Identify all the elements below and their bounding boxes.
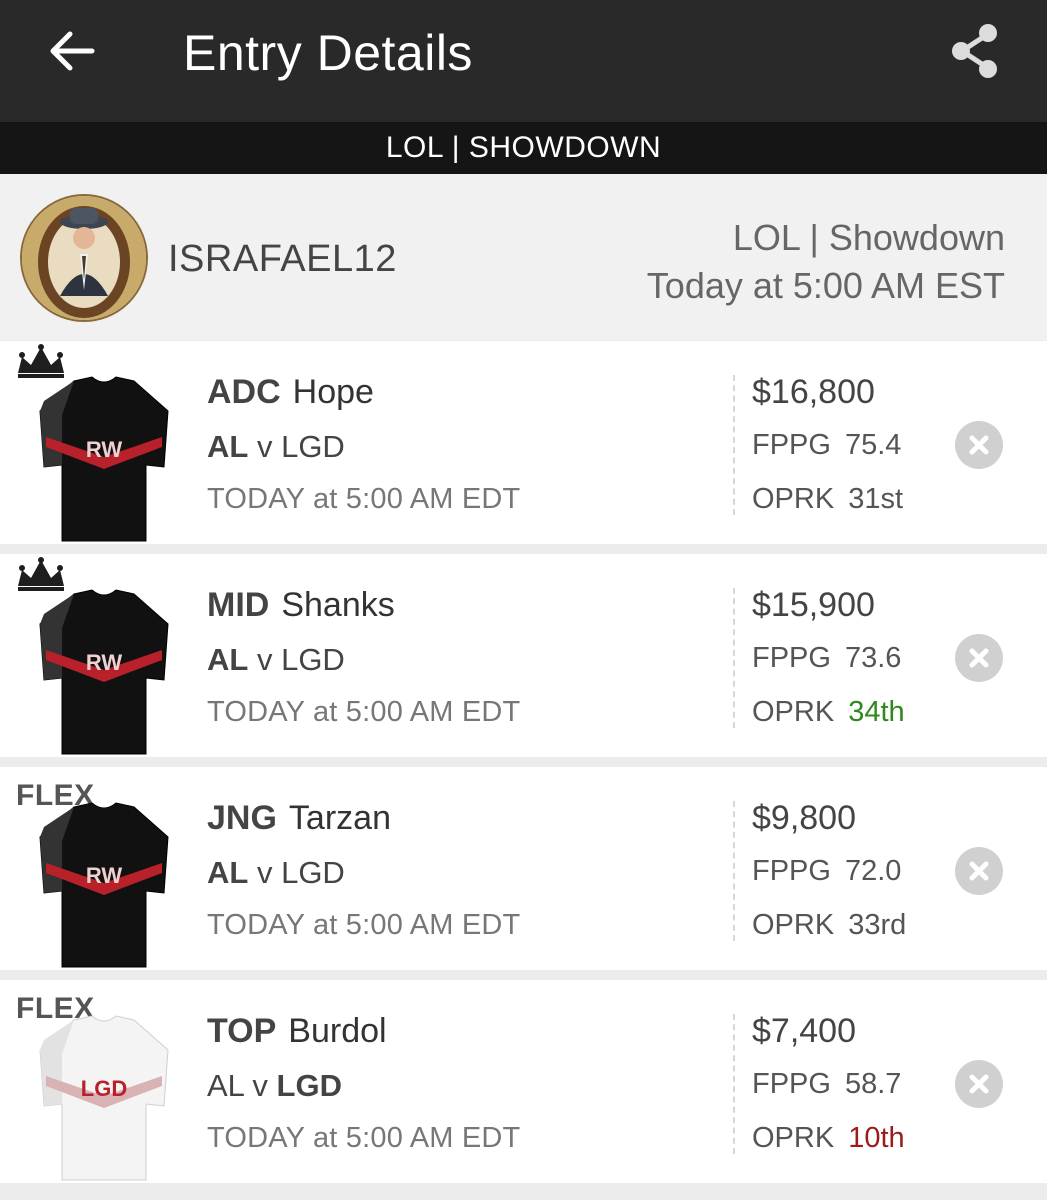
- share-button[interactable]: [948, 22, 1002, 80]
- fppg-value: 73.6: [844, 642, 902, 674]
- fppg: FPPG 72.0: [752, 855, 901, 888]
- fppg: FPPG 58.7: [752, 1068, 901, 1101]
- position-label: JNG: [207, 799, 277, 837]
- position-label: TOP: [207, 1012, 277, 1050]
- fppg: FPPG 73.6: [752, 642, 901, 675]
- player-card[interactable]: RW MID Shanks AL v LGD TODAY at 5:00 AM E…: [0, 554, 1047, 757]
- contest-name: LOL | Showdown: [732, 217, 1005, 258]
- matchup: AL v LGD: [207, 1068, 342, 1104]
- app-bar: Entry Details: [0, 0, 1047, 122]
- player-name[interactable]: Hope: [293, 373, 374, 411]
- username: ISRAFAEL12: [168, 238, 397, 280]
- player-card[interactable]: FLEX LGD TOP Burdol AL v LGD TODAY at 5:0…: [0, 980, 1047, 1183]
- player-name[interactable]: Shanks: [281, 586, 394, 624]
- oprk-label: OPRK: [752, 483, 835, 515]
- fppg-value: 75.4: [844, 429, 902, 461]
- oprk-value: 33rd: [848, 909, 907, 941]
- matchup-separator: v: [252, 1068, 268, 1103]
- divider: [733, 801, 735, 941]
- close-icon[interactable]: [955, 1060, 1003, 1108]
- jersey-icon: RW: [39, 376, 169, 542]
- oprk: OPRK 31st: [752, 483, 903, 516]
- svg-text:RW: RW: [86, 863, 122, 888]
- game-time: TODAY at 5:00 AM EDT: [207, 483, 521, 515]
- back-button[interactable]: [44, 26, 100, 76]
- oprk-label: OPRK: [752, 696, 835, 728]
- remove-player-button[interactable]: [955, 634, 1003, 682]
- close-icon[interactable]: [955, 847, 1003, 895]
- team-away: LGD: [281, 642, 345, 677]
- divider: [733, 1014, 735, 1154]
- jersey-icon: RW: [39, 589, 169, 755]
- fppg-value: 72.0: [844, 855, 902, 887]
- position-label: ADC: [207, 373, 281, 411]
- matchup: AL v LGD: [207, 855, 345, 891]
- svg-text:RW: RW: [86, 437, 122, 462]
- matchup-separator: v: [256, 642, 273, 677]
- team-away: LGD: [281, 855, 345, 890]
- close-icon[interactable]: [955, 634, 1003, 682]
- game-time: TODAY at 5:00 AM EDT: [207, 696, 521, 728]
- oprk-label: OPRK: [752, 1122, 835, 1154]
- svg-text:LGD: LGD: [81, 1076, 127, 1101]
- oprk-label: OPRK: [752, 909, 835, 941]
- contest-time: Today at 5:00 AM EST: [646, 265, 1005, 306]
- close-icon[interactable]: [955, 421, 1003, 469]
- contest-banner: LOL | SHOWDOWN: [0, 122, 1047, 174]
- matchup-separator: v: [256, 429, 273, 464]
- svg-text:RW: RW: [86, 650, 122, 675]
- share-icon[interactable]: [948, 22, 1002, 80]
- salary: $15,900: [752, 586, 875, 624]
- fppg: FPPG 75.4: [752, 429, 901, 462]
- salary: $9,800: [752, 799, 856, 837]
- fppg-label: FPPG: [752, 642, 831, 674]
- salary: $7,400: [752, 1012, 856, 1050]
- remove-player-button[interactable]: [955, 847, 1003, 895]
- fppg-label: FPPG: [752, 855, 831, 887]
- oprk: OPRK 33rd: [752, 909, 906, 942]
- game-time: TODAY at 5:00 AM EDT: [207, 1122, 521, 1154]
- matchup-separator: v: [256, 855, 273, 890]
- player-card[interactable]: FLEX RW JNG Tarzan AL v LGD TODAY at 5:00…: [0, 767, 1047, 970]
- oprk-value: 31st: [848, 483, 904, 515]
- game-time: TODAY at 5:00 AM EDT: [207, 909, 521, 941]
- position-label: MID: [207, 586, 270, 624]
- divider: [733, 375, 735, 515]
- matchup: AL v LGD: [207, 642, 345, 678]
- oprk-value: 34th: [848, 696, 905, 728]
- jersey-icon: LGD: [39, 1015, 169, 1181]
- team-away: LGD: [276, 1068, 342, 1103]
- crown-icon: [18, 344, 64, 378]
- fppg-label: FPPG: [752, 1068, 831, 1100]
- team-home: AL: [207, 855, 249, 890]
- player-name[interactable]: Tarzan: [289, 799, 391, 837]
- page-title: Entry Details: [183, 25, 473, 81]
- arrow-left-icon[interactable]: [44, 26, 100, 76]
- crown-icon: [18, 557, 64, 591]
- salary: $16,800: [752, 373, 875, 411]
- jersey-icon: RW: [39, 802, 169, 968]
- oprk: OPRK 34th: [752, 696, 905, 729]
- team-home: AL: [207, 429, 249, 464]
- avatar: [20, 194, 148, 322]
- team-home: AL: [207, 642, 249, 677]
- remove-player-button[interactable]: [955, 1060, 1003, 1108]
- entry-header: ISRAFAEL12 LOL | Showdown Today at 5:00 …: [0, 174, 1047, 340]
- divider: [733, 588, 735, 728]
- team-away: LGD: [281, 429, 345, 464]
- fppg-label: FPPG: [752, 429, 831, 461]
- fppg-value: 58.7: [844, 1068, 902, 1100]
- remove-player-button[interactable]: [955, 421, 1003, 469]
- team-home: AL: [207, 1068, 244, 1103]
- oprk: OPRK 10th: [752, 1122, 905, 1155]
- player-card[interactable]: RW ADC Hope AL v LGD TODAY at 5:00 AM EDT…: [0, 341, 1047, 544]
- player-name[interactable]: Burdol: [288, 1012, 386, 1050]
- matchup: AL v LGD: [207, 429, 345, 465]
- contest-info: LOL | Showdown Today at 5:00 AM EST: [647, 214, 1005, 310]
- oprk-value: 10th: [848, 1122, 905, 1154]
